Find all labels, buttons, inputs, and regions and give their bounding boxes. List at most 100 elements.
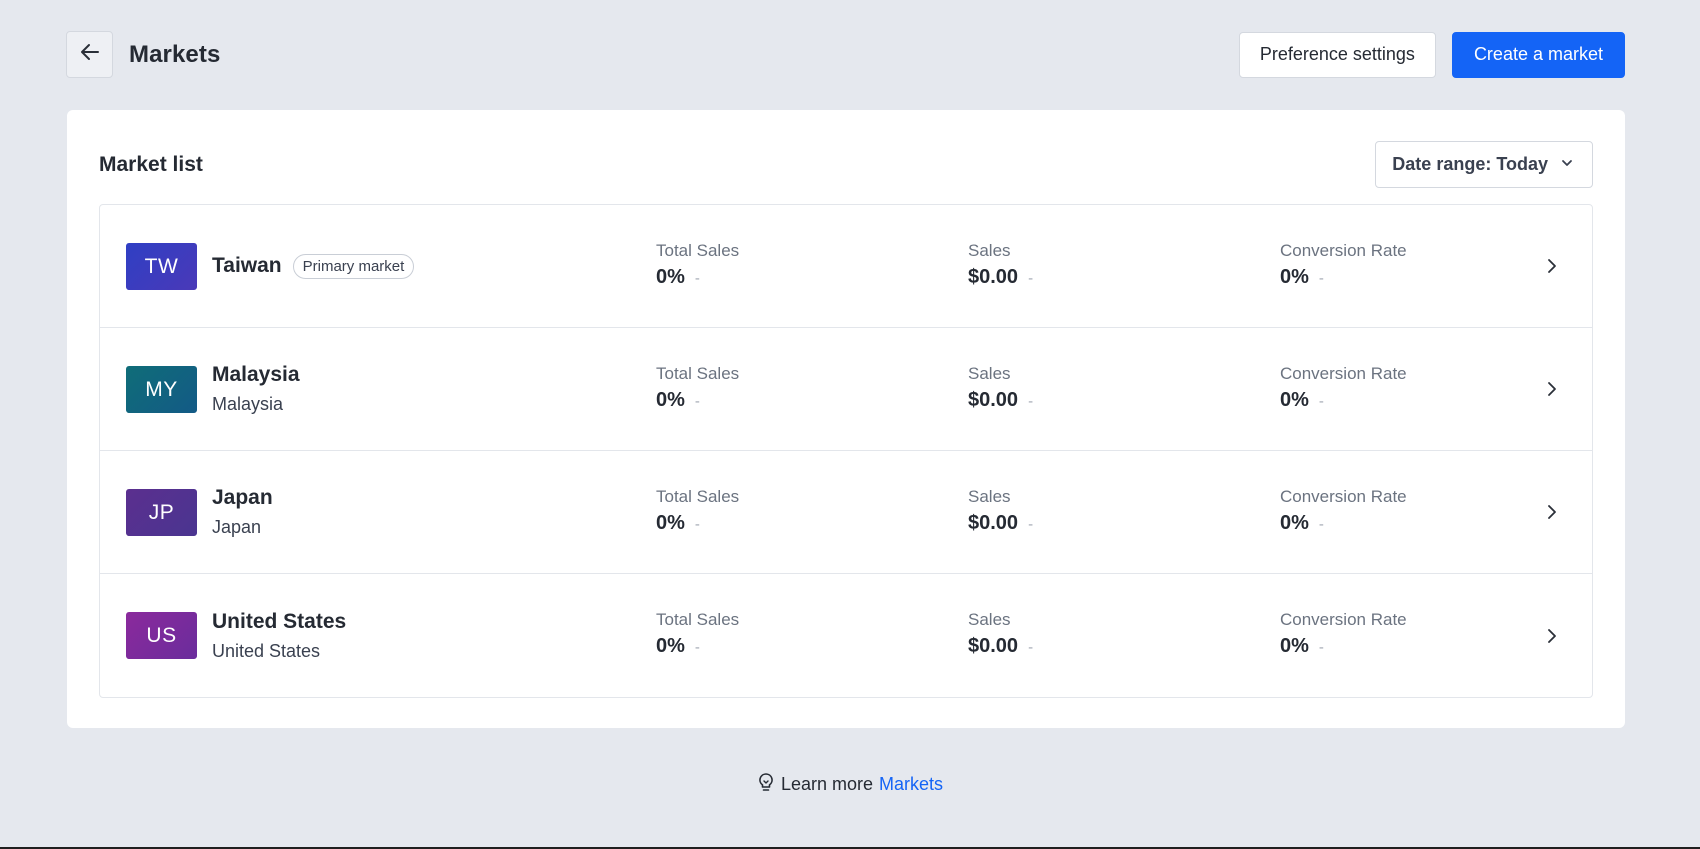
chevron-down-icon (1560, 154, 1574, 175)
metric-label: Total Sales (656, 364, 740, 383)
learn-more: Learn more Markets (0, 772, 1700, 797)
market-name: Taiwan (212, 254, 282, 277)
date-range-dropdown[interactable]: Date range: Today (1375, 141, 1593, 188)
metric-value-line: 0% - (1280, 512, 1407, 535)
market-name-block: Taiwan Primary market (212, 205, 415, 327)
market-row-united-states[interactable]: US United States United States Total Sal… (100, 574, 1592, 697)
market-name-line: Taiwan Primary market (212, 253, 415, 279)
market-name: Japan (212, 486, 273, 509)
primary-market-badge: Primary market (292, 253, 415, 279)
metric-change: - (1318, 516, 1324, 533)
metric-change: - (694, 516, 700, 533)
metric-value-line: $0.00 - (968, 389, 1033, 412)
header-left: Markets (66, 31, 220, 78)
market-name-block: Malaysia Malaysia (212, 328, 300, 450)
chevron-right-icon (1542, 379, 1562, 399)
market-name-block: United States United States (212, 574, 346, 697)
metric-total-sales: Total Sales 0% - (656, 241, 739, 289)
metric-label: Conversion Rate (1280, 487, 1407, 506)
metric-value-line: $0.00 - (968, 266, 1033, 289)
market-name: United States (212, 609, 347, 633)
metric-change: - (1028, 270, 1034, 287)
chevron-right-icon (1542, 626, 1562, 646)
metric-change: - (1318, 639, 1324, 656)
metric-sales: Sales $0.00 - (968, 487, 1033, 535)
metric-label: Conversion Rate (1280, 241, 1407, 260)
card-header: Market list Date range: Today (99, 141, 1593, 188)
metric-value-line: $0.00 - (968, 635, 1033, 658)
metric-change: - (1318, 393, 1324, 410)
metric-label: Total Sales (656, 610, 740, 629)
market-subtitle: Malaysia (212, 394, 284, 414)
chevron-right-icon (1542, 256, 1562, 276)
market-list: TW Taiwan Primary market Total Sales 0% … (99, 204, 1593, 698)
metric-label: Sales (968, 241, 1011, 260)
metric-sales: Sales $0.00 - (968, 364, 1033, 412)
arrow-left-icon (79, 41, 101, 68)
market-row-taiwan[interactable]: TW Taiwan Primary market Total Sales 0% … (100, 205, 1592, 328)
markets-page: Markets Preference settings Create a mar… (0, 0, 1700, 849)
page-header: Markets Preference settings Create a mar… (66, 31, 1625, 78)
metric-value: 0% (656, 266, 685, 288)
metric-change: - (694, 639, 700, 656)
metric-change: - (1028, 516, 1034, 533)
market-subtitle: United States (212, 640, 321, 661)
metric-conversion-rate: Conversion Rate 0% - (1280, 610, 1407, 658)
metric-conversion-rate: Conversion Rate 0% - (1280, 364, 1407, 412)
market-code-badge: US (126, 612, 197, 659)
metric-sales: Sales $0.00 - (968, 610, 1033, 658)
metric-value: 0% (1280, 266, 1309, 288)
metric-value: 0% (1280, 389, 1309, 411)
chevron-right-icon (1542, 502, 1562, 522)
metric-change: - (1028, 639, 1034, 656)
metric-value: 0% (1280, 512, 1309, 534)
metric-value: 0% (656, 389, 685, 411)
preference-settings-button[interactable]: Preference settings (1238, 31, 1436, 78)
metric-label: Sales (968, 487, 1011, 506)
metric-value: 0% (656, 635, 685, 657)
date-range-label: Date range: Today (1392, 154, 1548, 174)
metric-label: Conversion Rate (1280, 364, 1407, 383)
market-list-card: Market list Date range: Today TW Taiwan … (67, 110, 1625, 728)
metric-value-line: 0% - (656, 512, 739, 535)
metric-change: - (1318, 270, 1324, 287)
market-name: Malaysia (212, 363, 300, 386)
metric-value: 0% (1280, 635, 1309, 657)
back-button[interactable] (66, 31, 113, 78)
metric-sales: Sales $0.00 - (968, 241, 1033, 289)
metric-total-sales: Total Sales 0% - (656, 610, 739, 658)
market-code-badge: MY (126, 366, 197, 413)
market-row-japan[interactable]: JP Japan Japan Total Sales 0% - Sales $0… (100, 451, 1592, 574)
metric-value: $0.00 (968, 635, 1019, 657)
market-row-malaysia[interactable]: MY Malaysia Malaysia Total Sales 0% - Sa… (100, 328, 1592, 451)
metric-value-line: 0% - (1280, 266, 1407, 289)
market-name-block: Japan Japan (212, 451, 273, 573)
metric-change: - (694, 393, 700, 410)
metric-change: - (1028, 393, 1034, 410)
metric-value: $0.00 (968, 512, 1019, 534)
metric-value-line: 0% - (1280, 389, 1407, 412)
metric-total-sales: Total Sales 0% - (656, 364, 739, 412)
market-code-badge: JP (126, 489, 197, 536)
metric-label: Total Sales (656, 487, 740, 506)
metric-conversion-rate: Conversion Rate 0% - (1280, 487, 1407, 535)
metric-change: - (694, 270, 700, 287)
metric-value-line: 0% - (1280, 635, 1407, 658)
metric-value: 0% (656, 512, 685, 534)
metric-value-line: $0.00 - (968, 512, 1033, 535)
learn-more-text: Learn more (780, 774, 874, 794)
metric-label: Sales (968, 364, 1011, 383)
create-market-button[interactable]: Create a market (1451, 31, 1625, 78)
metric-label: Conversion Rate (1280, 610, 1407, 629)
lightbulb-icon (757, 772, 775, 797)
metric-value: $0.00 (968, 389, 1019, 411)
market-code-badge: TW (126, 243, 197, 290)
markets-help-link[interactable]: Markets (879, 774, 943, 795)
header-actions: Preference settings Create a market (1238, 31, 1625, 78)
card-title: Market list (99, 152, 203, 176)
metric-value-line: 0% - (656, 266, 739, 289)
metric-total-sales: Total Sales 0% - (656, 487, 739, 535)
metric-conversion-rate: Conversion Rate 0% - (1280, 241, 1407, 289)
metric-value-line: 0% - (656, 635, 739, 658)
metric-value-line: 0% - (656, 389, 739, 412)
